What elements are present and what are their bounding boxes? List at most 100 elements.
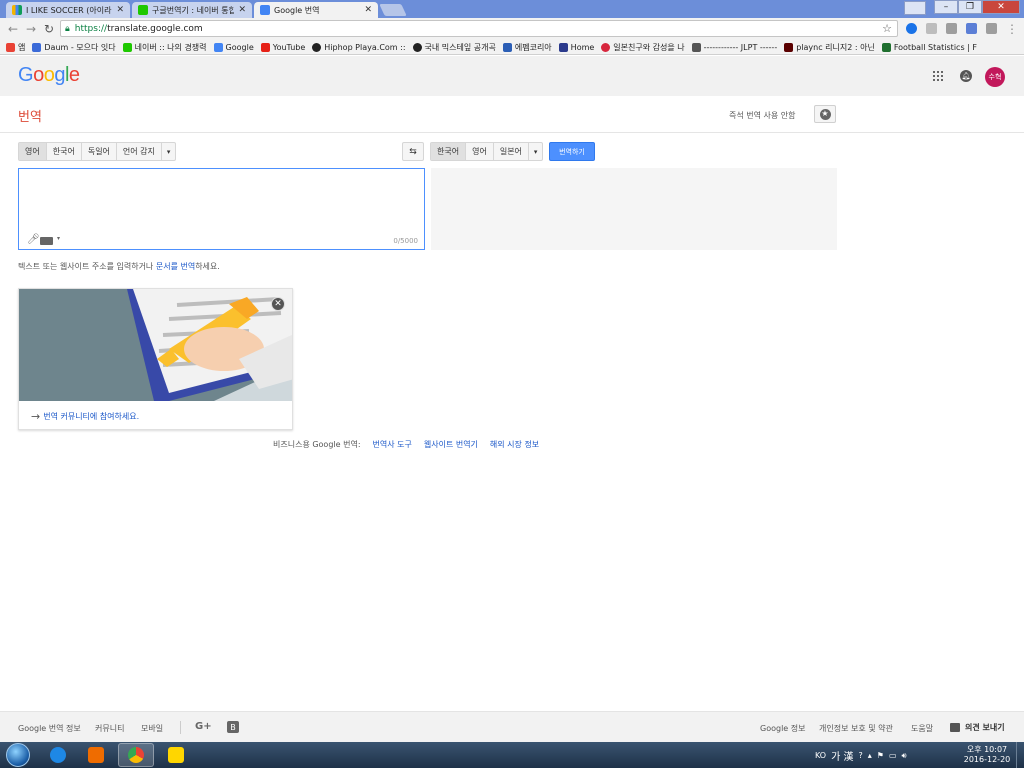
target-lang-japanese[interactable]: 일본어 — [494, 143, 529, 160]
translate-document-link[interactable]: 문서를 번역 — [156, 262, 195, 271]
chrome-menu-icon[interactable]: ⋮ — [1003, 22, 1021, 36]
target-lang-korean[interactable]: 한국어 — [431, 143, 467, 160]
bookmark-star-icon[interactable]: ☆ — [882, 22, 892, 35]
extension-icon[interactable] — [946, 23, 957, 34]
disable-instant-translation-link[interactable]: 즉석 번역 사용 안함 — [729, 110, 796, 121]
address-bar[interactable]: 🔒︎ https:// translate.google.com ☆ — [60, 20, 898, 37]
tab-title: 구글번역기 : 네이버 통합 — [152, 5, 235, 15]
notifications-bell-icon[interactable]: 🔔︎ — [960, 70, 972, 82]
keyboard-dropdown-chevron-icon[interactable]: ▾ — [57, 235, 60, 242]
bookmark-naver[interactable]: 네이버 :: 나의 경쟁력 — [122, 42, 207, 53]
close-card-icon[interactable]: ✕ — [271, 297, 285, 311]
source-text-input[interactable] — [19, 169, 424, 229]
close-tab-icon[interactable]: ✕ — [238, 5, 246, 15]
keyboard-icon[interactable] — [40, 237, 53, 245]
bookmark-japanese-friends[interactable]: 일본친구와 감성을 나 — [601, 42, 685, 53]
send-feedback-button[interactable]: 의견 보내기 — [950, 722, 1005, 733]
translate-button[interactable]: 번역하기 — [549, 142, 595, 161]
back-arrow-icon[interactable]: ← — [4, 22, 22, 36]
close-tab-icon[interactable]: ✕ — [364, 5, 372, 15]
avatar[interactable]: 수혁 — [985, 67, 1005, 87]
extension-icon[interactable] — [926, 23, 937, 34]
volume-icon[interactable]: 🔊︎ — [902, 751, 907, 761]
bookmark-google[interactable]: Google — [213, 42, 254, 52]
help-icon[interactable]: ? — [859, 751, 863, 760]
extension-icon[interactable] — [986, 23, 997, 34]
reload-icon[interactable]: ↻ — [40, 22, 58, 36]
language-indicator[interactable]: KO — [815, 751, 826, 760]
browser-tab-active[interactable]: Google 번역 ✕ — [254, 2, 378, 18]
jlpt-icon — [691, 42, 701, 52]
bookmark-home[interactable]: Home — [558, 42, 594, 52]
translator-toolkit-link[interactable]: 번역사 도구 — [373, 439, 412, 450]
bookmark-label: plaync 리니지2 : 아닌 — [796, 42, 875, 52]
footer-help-link[interactable]: 도움말 — [911, 723, 933, 734]
taskbar-chrome[interactable] — [118, 743, 154, 767]
new-tab-button[interactable] — [379, 4, 407, 16]
bookmark-football-stats[interactable]: Football Statistics | F — [881, 42, 977, 52]
bookmark-apps[interactable]: 앱 — [6, 42, 25, 53]
download-extension-icon[interactable] — [906, 23, 917, 34]
tab-favicon-icon — [12, 5, 22, 15]
bookmark-jlpt[interactable]: ------------ JLPT ------ — [691, 42, 777, 52]
browser-tab[interactable]: 구글번역기 : 네이버 통합 ✕ — [132, 2, 252, 18]
source-lang-german[interactable]: 독일어 — [82, 143, 117, 160]
ime-indicator[interactable]: 가 漢 — [831, 748, 853, 763]
join-community-link[interactable]: → 번역 커뮤니티에 참여하세요. — [31, 410, 139, 423]
close-tab-icon[interactable]: ✕ — [116, 5, 124, 15]
bookmark-mixtape[interactable]: 국내 믹스테잎 공개곡 — [412, 42, 496, 53]
extension-icon[interactable] — [966, 23, 977, 34]
bookmark-daum[interactable]: Daum - 모으다 잇다 — [32, 42, 116, 53]
system-clock[interactable]: 오후 10:07 2016-12-20 — [962, 745, 1012, 765]
naver-icon — [122, 42, 132, 52]
book-highlighter-illustration — [19, 289, 292, 401]
bookmark-label: YouTube — [272, 42, 306, 52]
target-lang-dropdown-chevron-icon[interactable]: ▾ — [529, 143, 543, 160]
tab-title: I LIKE SOCCER (아이라이 — [26, 5, 113, 15]
close-window-icon[interactable]: ✕ — [982, 0, 1020, 14]
source-lang-dropdown-chevron-icon[interactable]: ▾ — [162, 143, 176, 160]
website-translator-link[interactable]: 웹사이트 번역기 — [424, 439, 478, 450]
windows-taskbar: KO 가 漢 ? ▴ ⚑ ▭ 🔊︎ 오후 10:07 2016-12-20 — [0, 742, 1024, 768]
football-icon — [881, 42, 891, 52]
forward-arrow-icon[interactable]: → — [22, 22, 40, 36]
global-market-finder-link[interactable]: 해외 시장 정보 — [490, 439, 539, 450]
google-logo[interactable]: Google — [18, 64, 80, 87]
browser-tab[interactable]: I LIKE SOCCER (아이라이 ✕ — [6, 2, 130, 18]
taskbar-kakaotalk[interactable] — [158, 743, 194, 767]
source-lang-detect[interactable]: 언어 감지 — [117, 143, 162, 160]
bookmark-lineage2[interactable]: plaync 리니지2 : 아닌 — [784, 42, 875, 53]
source-language-bar: 영어 한국어 독일어 언어 감지 ▾ — [18, 142, 177, 161]
footer-mobile-link[interactable]: 모바일 — [141, 723, 163, 734]
footer-community-link[interactable]: 커뮤니티 — [95, 723, 124, 734]
taskbar-ie[interactable] — [40, 743, 76, 767]
bookmark-fmkorea[interactable]: 에펨코리아 — [502, 42, 552, 53]
bookmark-youtube[interactable]: YouTube — [260, 42, 306, 52]
taskbar-media-player[interactable] — [78, 743, 114, 767]
google-plus-icon[interactable]: G+ — [195, 721, 212, 732]
footer-about-link[interactable]: Google 번역 정보 — [18, 723, 81, 734]
minimize-icon[interactable]: – — [934, 0, 958, 14]
windows-start-button[interactable] — [6, 743, 30, 767]
tray-arrow-icon[interactable]: ▴ — [868, 751, 872, 760]
source-lang-korean[interactable]: 한국어 — [47, 143, 82, 160]
footer-about-google-link[interactable]: Google 정보 — [760, 723, 805, 734]
network-icon[interactable]: ▭ — [889, 751, 897, 760]
footer-privacy-terms-link[interactable]: 개인정보 보호 및 약관 — [819, 723, 893, 734]
bookmarks-bar: 앱 Daum - 모으다 잇다 네이버 :: 나의 경쟁력 Google You… — [0, 40, 1024, 55]
join-community-label: 번역 커뮤니티에 참여하세요. — [43, 412, 140, 421]
bookmark-label: Hiphop Playa.Com :: — [324, 42, 406, 52]
microphone-icon[interactable]: 🎤︎ — [27, 234, 40, 245]
phrasebook-button[interactable]: ★ — [814, 105, 836, 123]
blogger-icon[interactable]: B — [227, 721, 239, 733]
browser-profile-button[interactable] — [904, 1, 926, 15]
lock-icon: 🔒︎ — [65, 23, 70, 34]
bookmark-hiphopplaya[interactable]: Hiphop Playa.Com :: — [312, 42, 406, 52]
apps-grid-icon[interactable] — [933, 71, 943, 81]
source-lang-english[interactable]: 영어 — [19, 143, 47, 160]
target-lang-english[interactable]: 영어 — [466, 143, 494, 160]
show-desktop-button[interactable] — [1016, 742, 1024, 768]
maximize-icon[interactable]: ❐ — [958, 0, 982, 14]
flag-icon[interactable]: ⚑ — [877, 751, 884, 760]
swap-languages-button[interactable]: ⇆ — [402, 142, 424, 161]
